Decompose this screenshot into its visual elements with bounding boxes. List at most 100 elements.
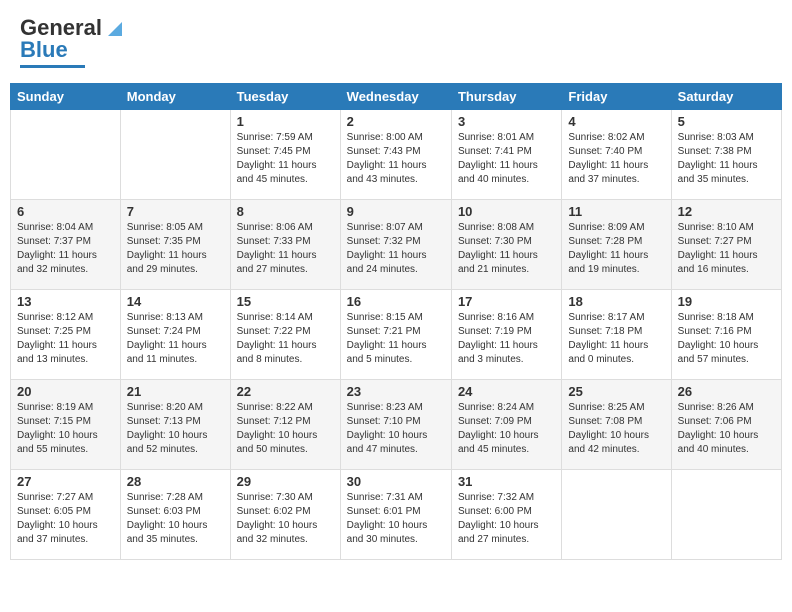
day-number: 8 bbox=[237, 204, 334, 219]
day-info: Sunrise: 8:13 AMSunset: 7:24 PMDaylight:… bbox=[127, 311, 224, 367]
calendar-cell: 23 Sunrise: 8:23 AMSunset: 7:10 PMDayligh… bbox=[340, 380, 451, 470]
day-info: Sunrise: 7:59 AMSunset: 7:45 PMDaylight:… bbox=[237, 131, 334, 187]
calendar-cell: 18 Sunrise: 8:17 AMSunset: 7:18 PMDayligh… bbox=[562, 290, 671, 380]
day-info: Sunrise: 8:12 AMSunset: 7:25 PMDaylight:… bbox=[17, 311, 114, 367]
calendar-cell: 26 Sunrise: 8:26 AMSunset: 7:06 PMDayligh… bbox=[671, 380, 781, 470]
calendar-cell: 2 Sunrise: 8:00 AMSunset: 7:43 PMDaylight… bbox=[340, 110, 451, 200]
day-info: Sunrise: 8:04 AMSunset: 7:37 PMDaylight:… bbox=[17, 221, 114, 277]
day-info: Sunrise: 8:02 AMSunset: 7:40 PMDaylight:… bbox=[568, 131, 664, 187]
day-number: 19 bbox=[678, 294, 775, 309]
day-header-wednesday: Wednesday bbox=[340, 84, 451, 110]
day-number: 9 bbox=[347, 204, 445, 219]
day-info: Sunrise: 8:15 AMSunset: 7:21 PMDaylight:… bbox=[347, 311, 445, 367]
calendar-cell: 30Sunrise: 7:31 AMSunset: 6:01 PMDayligh… bbox=[340, 470, 451, 560]
day-info: Sunrise: 8:16 AMSunset: 7:19 PMDaylight:… bbox=[458, 311, 555, 367]
calendar-cell: 9 Sunrise: 8:07 AMSunset: 7:32 PMDaylight… bbox=[340, 200, 451, 290]
day-number: 11 bbox=[568, 204, 664, 219]
day-info: Sunrise: 8:19 AMSunset: 7:15 PMDaylight:… bbox=[17, 401, 114, 457]
day-number: 25 bbox=[568, 384, 664, 399]
calendar-cell: 20 Sunrise: 8:19 AMSunset: 7:15 PMDayligh… bbox=[11, 380, 121, 470]
day-number: 1 bbox=[237, 114, 334, 129]
day-info: Sunrise: 8:00 AMSunset: 7:43 PMDaylight:… bbox=[347, 131, 445, 187]
calendar-week-row: 6 Sunrise: 8:04 AMSunset: 7:37 PMDaylight… bbox=[11, 200, 782, 290]
calendar-cell: 19Sunrise: 8:18 AMSunset: 7:16 PMDayligh… bbox=[671, 290, 781, 380]
day-header-saturday: Saturday bbox=[671, 84, 781, 110]
calendar-week-row: 20 Sunrise: 8:19 AMSunset: 7:15 PMDayligh… bbox=[11, 380, 782, 470]
day-number: 16 bbox=[347, 294, 445, 309]
day-number: 29 bbox=[237, 474, 334, 489]
day-info: Sunrise: 8:07 AMSunset: 7:32 PMDaylight:… bbox=[347, 221, 445, 277]
day-info: Sunrise: 8:05 AMSunset: 7:35 PMDaylight:… bbox=[127, 221, 224, 277]
day-info: Sunrise: 8:22 AMSunset: 7:12 PMDaylight:… bbox=[237, 401, 334, 457]
calendar-week-row: 27 Sunrise: 7:27 AMSunset: 6:05 PMDayligh… bbox=[11, 470, 782, 560]
calendar-cell: 28 Sunrise: 7:28 AMSunset: 6:03 PMDayligh… bbox=[120, 470, 230, 560]
day-number: 10 bbox=[458, 204, 555, 219]
day-info: Sunrise: 8:20 AMSunset: 7:13 PMDaylight:… bbox=[127, 401, 224, 457]
day-number: 3 bbox=[458, 114, 555, 129]
day-info: Sunrise: 8:23 AMSunset: 7:10 PMDaylight:… bbox=[347, 401, 445, 457]
day-header-friday: Friday bbox=[562, 84, 671, 110]
calendar-cell: 6 Sunrise: 8:04 AMSunset: 7:37 PMDaylight… bbox=[11, 200, 121, 290]
day-number: 28 bbox=[127, 474, 224, 489]
day-number: 17 bbox=[458, 294, 555, 309]
day-number: 4 bbox=[568, 114, 664, 129]
day-info: Sunrise: 7:31 AMSunset: 6:01 PMDaylight:… bbox=[347, 491, 445, 547]
calendar-cell bbox=[120, 110, 230, 200]
calendar-header-row: SundayMondayTuesdayWednesdayThursdayFrid… bbox=[11, 84, 782, 110]
day-number: 15 bbox=[237, 294, 334, 309]
calendar-cell: 17 Sunrise: 8:16 AMSunset: 7:19 PMDayligh… bbox=[451, 290, 561, 380]
day-number: 14 bbox=[127, 294, 224, 309]
day-info: Sunrise: 7:30 AMSunset: 6:02 PMDaylight:… bbox=[237, 491, 334, 547]
day-header-sunday: Sunday bbox=[11, 84, 121, 110]
day-info: Sunrise: 7:27 AMSunset: 6:05 PMDaylight:… bbox=[17, 491, 114, 547]
calendar-cell: 5 Sunrise: 8:03 AMSunset: 7:38 PMDaylight… bbox=[671, 110, 781, 200]
day-info: Sunrise: 8:10 AMSunset: 7:27 PMDaylight:… bbox=[678, 221, 775, 277]
day-number: 27 bbox=[17, 474, 114, 489]
calendar-cell: 31Sunrise: 7:32 AMSunset: 6:00 PMDayligh… bbox=[451, 470, 561, 560]
calendar-cell: 3 Sunrise: 8:01 AMSunset: 7:41 PMDaylight… bbox=[451, 110, 561, 200]
day-info: Sunrise: 8:03 AMSunset: 7:38 PMDaylight:… bbox=[678, 131, 775, 187]
calendar-cell: 8 Sunrise: 8:06 AMSunset: 7:33 PMDaylight… bbox=[230, 200, 340, 290]
day-info: Sunrise: 8:26 AMSunset: 7:06 PMDaylight:… bbox=[678, 401, 775, 457]
day-header-thursday: Thursday bbox=[451, 84, 561, 110]
calendar-cell: 1 Sunrise: 7:59 AMSunset: 7:45 PMDaylight… bbox=[230, 110, 340, 200]
calendar-cell bbox=[671, 470, 781, 560]
calendar-cell: 21 Sunrise: 8:20 AMSunset: 7:13 PMDayligh… bbox=[120, 380, 230, 470]
day-number: 22 bbox=[237, 384, 334, 399]
day-number: 26 bbox=[678, 384, 775, 399]
calendar-cell: 24 Sunrise: 8:24 AMSunset: 7:09 PMDayligh… bbox=[451, 380, 561, 470]
calendar-cell: 4 Sunrise: 8:02 AMSunset: 7:40 PMDaylight… bbox=[562, 110, 671, 200]
day-info: Sunrise: 8:01 AMSunset: 7:41 PMDaylight:… bbox=[458, 131, 555, 187]
calendar-table: SundayMondayTuesdayWednesdayThursdayFrid… bbox=[10, 83, 782, 560]
day-number: 12 bbox=[678, 204, 775, 219]
day-number: 24 bbox=[458, 384, 555, 399]
day-header-monday: Monday bbox=[120, 84, 230, 110]
day-info: Sunrise: 8:24 AMSunset: 7:09 PMDaylight:… bbox=[458, 401, 555, 457]
calendar-cell: 29 Sunrise: 7:30 AMSunset: 6:02 PMDayligh… bbox=[230, 470, 340, 560]
calendar-cell: 27 Sunrise: 7:27 AMSunset: 6:05 PMDayligh… bbox=[11, 470, 121, 560]
calendar-cell bbox=[11, 110, 121, 200]
logo-underline bbox=[20, 65, 85, 68]
day-number: 18 bbox=[568, 294, 664, 309]
calendar-cell: 14 Sunrise: 8:13 AMSunset: 7:24 PMDayligh… bbox=[120, 290, 230, 380]
day-info: Sunrise: 7:32 AMSunset: 6:00 PMDaylight:… bbox=[458, 491, 555, 547]
day-number: 23 bbox=[347, 384, 445, 399]
day-info: Sunrise: 7:28 AMSunset: 6:03 PMDaylight:… bbox=[127, 491, 224, 547]
day-info: Sunrise: 8:17 AMSunset: 7:18 PMDaylight:… bbox=[568, 311, 664, 367]
day-info: Sunrise: 8:14 AMSunset: 7:22 PMDaylight:… bbox=[237, 311, 334, 367]
calendar-cell: 10 Sunrise: 8:08 AMSunset: 7:30 PMDayligh… bbox=[451, 200, 561, 290]
calendar-cell: 16 Sunrise: 8:15 AMSunset: 7:21 PMDayligh… bbox=[340, 290, 451, 380]
calendar-cell: 25Sunrise: 8:25 AMSunset: 7:08 PMDayligh… bbox=[562, 380, 671, 470]
day-number: 5 bbox=[678, 114, 775, 129]
day-number: 6 bbox=[17, 204, 114, 219]
day-number: 2 bbox=[347, 114, 445, 129]
calendar-body: 1 Sunrise: 7:59 AMSunset: 7:45 PMDaylight… bbox=[11, 110, 782, 560]
day-number: 20 bbox=[17, 384, 114, 399]
day-number: 21 bbox=[127, 384, 224, 399]
calendar-cell: 12 Sunrise: 8:10 AMSunset: 7:27 PMDayligh… bbox=[671, 200, 781, 290]
day-info: Sunrise: 8:06 AMSunset: 7:33 PMDaylight:… bbox=[237, 221, 334, 277]
day-info: Sunrise: 8:08 AMSunset: 7:30 PMDaylight:… bbox=[458, 221, 555, 277]
calendar-week-row: 13Sunrise: 8:12 AMSunset: 7:25 PMDayligh… bbox=[11, 290, 782, 380]
calendar-week-row: 1 Sunrise: 7:59 AMSunset: 7:45 PMDaylight… bbox=[11, 110, 782, 200]
calendar-cell: 7Sunrise: 8:05 AMSunset: 7:35 PMDaylight… bbox=[120, 200, 230, 290]
